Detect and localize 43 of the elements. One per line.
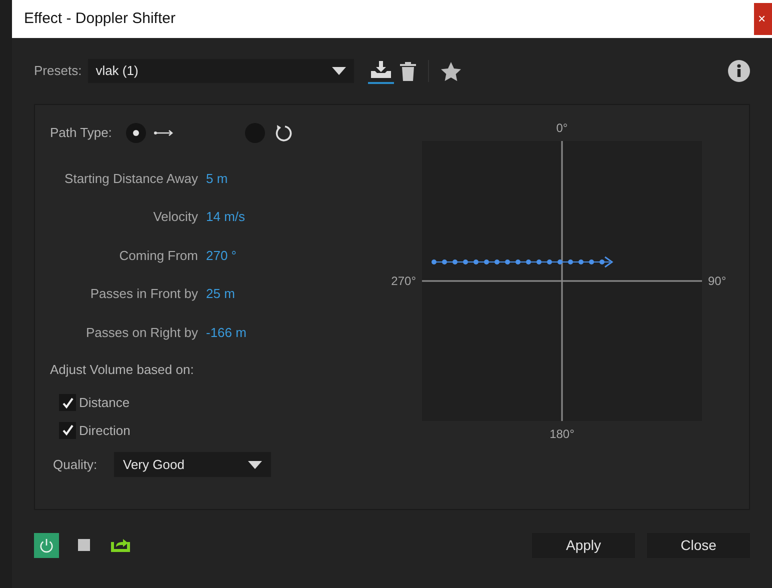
radio-button[interactable] [126, 123, 146, 143]
circular-arrow-icon [273, 123, 294, 143]
field-value[interactable]: -166 m [206, 322, 246, 342]
save-preset-button[interactable] [368, 58, 394, 84]
compass-label: 0° [556, 120, 568, 137]
field-label: Passes on Right by [84, 324, 198, 342]
quality-label: Quality: [53, 456, 98, 474]
presets-dropdown[interactable]: vlak (1) [88, 59, 354, 83]
checkbox[interactable] [59, 422, 76, 439]
info-icon[interactable] [728, 60, 750, 82]
dialog-button[interactable]: Apply [532, 532, 635, 558]
volume-label: Adjust Volume based on: [50, 360, 195, 379]
field-value[interactable]: 5 m [206, 168, 228, 188]
field-label: Starting Distance Away [64, 170, 198, 188]
compass-label: 270° [390, 273, 417, 290]
presets-value: vlak (1) [96, 62, 138, 80]
download-tray-icon [370, 61, 392, 79]
checkbox-label: Direction [79, 422, 130, 440]
quality-value: Very Good [123, 456, 184, 474]
field-value[interactable]: 25 m [206, 284, 235, 304]
power-button[interactable] [34, 532, 59, 558]
path-type-label: Path Type: [50, 124, 113, 142]
field-label: Passes in Front by [89, 285, 198, 303]
field-label: Coming From [118, 246, 198, 265]
dropdown-caret-icon [332, 67, 346, 75]
quality-dropdown[interactable]: Very Good [114, 452, 271, 477]
dialog-button[interactable]: Close [647, 532, 750, 558]
compass-label: 90° [707, 273, 728, 290]
trash-icon[interactable] [400, 62, 416, 80]
power-icon [39, 538, 54, 552]
field-label: Velocity [152, 208, 198, 226]
straight-arrow-icon [154, 129, 174, 137]
window-title: Effect - Doppler Shifter [24, 8, 176, 29]
checkbox[interactable] [59, 394, 76, 412]
checkbox-label: Distance [79, 394, 130, 412]
close-button[interactable]: × [754, 3, 772, 35]
presets-label: Presets: [34, 62, 82, 80]
star-icon[interactable] [440, 62, 461, 80]
field-value[interactable]: 14 m/s [206, 207, 246, 226]
dropdown-caret-icon [248, 460, 262, 468]
export-tray-icon[interactable] [111, 538, 130, 552]
compass-label: 180° [550, 426, 574, 443]
field-value[interactable]: 270 ° [206, 246, 237, 265]
